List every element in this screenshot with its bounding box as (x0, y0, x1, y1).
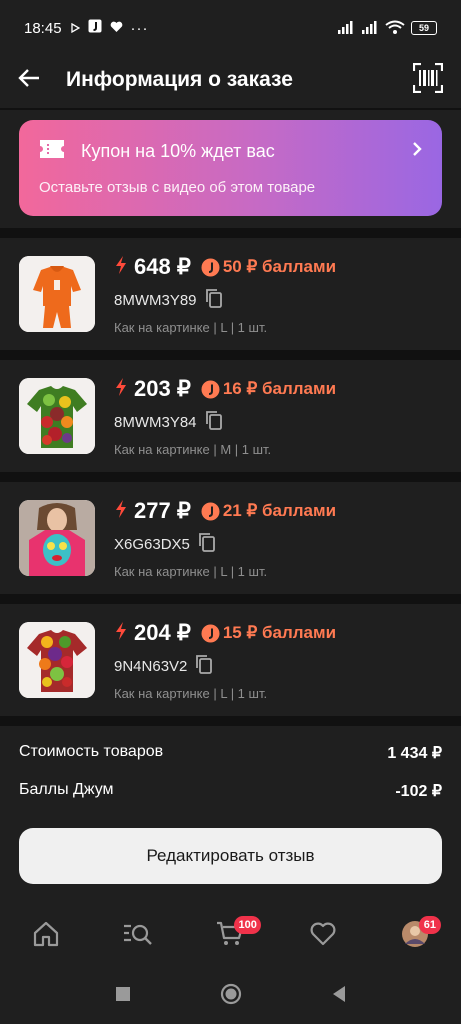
play-icon (70, 20, 80, 37)
tab-profile[interactable]: 61 (385, 911, 445, 961)
order-item[interactable]: 203 ₽ 16 ₽ баллами 8MWM3Y84 Как на карти… (0, 360, 461, 472)
back-arrow-icon[interactable] (18, 68, 40, 93)
tab-cart[interactable]: 100 (200, 911, 261, 961)
section-divider (0, 594, 461, 604)
item-sku: X6G63DX5 (114, 535, 190, 553)
goods-cost-row: Стоимость товаров 1 434 ₽ (19, 743, 442, 763)
home-circle-icon[interactable] (220, 983, 242, 1010)
item-price: 203 ₽ (134, 376, 191, 401)
item-variant: Как на картинке | L | 1 шт. (114, 320, 268, 335)
status-bar: 18:45 ··· 59 (0, 0, 461, 56)
copy-icon[interactable] (205, 410, 223, 434)
flash-icon (114, 499, 128, 524)
item-sku: 8MWM3Y84 (114, 413, 197, 431)
order-item[interactable]: 648 ₽ 50 ₽ баллами 8MWM3Y89 Как на карти… (0, 238, 461, 350)
cart-badge: 100 (234, 916, 261, 934)
item-price: 648 ₽ (134, 254, 191, 279)
joom-points-icon (201, 502, 220, 521)
flash-icon (114, 255, 128, 280)
wifi-icon (385, 20, 405, 37)
item-variant: Как на картинке | L | 1 шт. (114, 686, 268, 701)
barcode-icon[interactable] (412, 62, 444, 98)
goods-cost-value: 1 434 ₽ (387, 745, 442, 762)
coupon-title: Купон на 10% ждет вас (81, 141, 275, 161)
item-variant: Как на картинке | M | 1 шт. (114, 442, 272, 457)
flash-icon (114, 621, 128, 646)
home-icon (32, 921, 60, 952)
app-header: Информация о заказе (0, 56, 461, 104)
joom-points-icon (201, 624, 220, 643)
joom-points-icon (201, 258, 220, 277)
item-points: 21 ₽ баллами (222, 501, 337, 520)
coupon-subtitle: Оставьте отзыв с видео об этом товаре (39, 179, 316, 196)
edit-review-button[interactable]: Редактировать отзыв (19, 828, 442, 884)
more-dots-icon: ··· (130, 19, 149, 37)
goods-cost-label: Стоимость товаров (19, 743, 164, 760)
order-item[interactable]: 277 ₽ 21 ₽ баллами X6G63DX5 Как на карти… (0, 482, 461, 594)
product-image-orange-hoodie[interactable] (19, 256, 95, 332)
tab-catalog-search[interactable] (108, 911, 168, 961)
item-price: 204 ₽ (134, 620, 191, 645)
points-row: Баллы Джум -102 ₽ (19, 781, 442, 801)
tab-favorites[interactable] (293, 911, 353, 961)
copy-icon[interactable] (195, 654, 213, 678)
back-triangle-icon[interactable] (331, 985, 347, 1008)
joom-points-icon (201, 380, 220, 399)
flash-icon (114, 377, 128, 402)
header-divider (0, 108, 461, 110)
copy-icon[interactable] (198, 532, 216, 556)
section-divider (0, 472, 461, 482)
item-sku: 9N4N63V2 (114, 657, 188, 675)
order-item[interactable]: 204 ₽ 15 ₽ баллами 9N4N63V2 Как на карти… (0, 604, 461, 716)
recent-apps-icon[interactable] (115, 986, 131, 1007)
heart-icon (309, 921, 337, 952)
item-points: 50 ₽ баллами (222, 257, 337, 276)
section-divider (0, 228, 461, 238)
status-time: 18:45 (24, 19, 62, 37)
item-sku: 8MWM3Y89 (114, 291, 197, 309)
item-points: 16 ₽ баллами (222, 379, 337, 398)
points-label: Баллы Джум (19, 781, 114, 798)
points-value: -102 ₽ (395, 783, 442, 800)
product-image-pop-art-tshirt[interactable] (19, 500, 95, 576)
bottom-tab-bar: 100 61 (0, 905, 461, 967)
signal-2-icon (361, 20, 379, 37)
battery-icon: 59 (411, 21, 437, 35)
heart-status-icon (110, 20, 123, 37)
chevron-right-icon (412, 141, 422, 162)
section-divider (0, 350, 461, 360)
profile-badge: 61 (418, 916, 441, 934)
section-divider (0, 716, 461, 726)
product-image-fruit-tshirt[interactable] (19, 622, 95, 698)
coupon-ticket-icon (39, 138, 65, 165)
item-points: 15 ₽ баллами (222, 623, 337, 642)
coupon-banner[interactable]: Купон на 10% ждет вас Оставьте отзыв с в… (19, 120, 442, 216)
tab-home[interactable] (16, 911, 76, 961)
page-title: Информация о заказе (66, 68, 293, 91)
item-price: 277 ₽ (134, 498, 191, 523)
signal-icon (337, 20, 355, 37)
product-image-fruit-tshirt[interactable] (19, 378, 95, 454)
item-variant: Как на картинке | L | 1 шт. (114, 564, 268, 579)
joom-app-icon (88, 19, 102, 37)
system-nav-bar (0, 968, 461, 1024)
search-list-icon (122, 921, 154, 952)
copy-icon[interactable] (205, 288, 223, 312)
